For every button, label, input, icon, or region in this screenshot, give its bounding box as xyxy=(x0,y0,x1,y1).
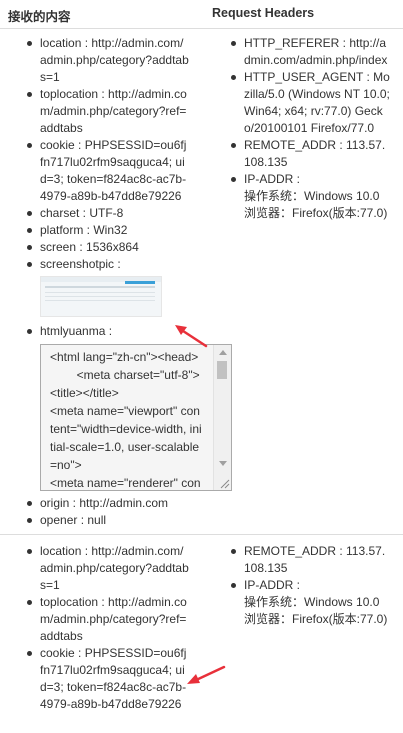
list-item-toplocation: toplocation : http://admin.com/admin.php… xyxy=(27,86,189,137)
table-header: 接收的内容 Request Headers xyxy=(0,0,403,29)
list-item-location: location : http://admin.com/admin.php/ca… xyxy=(27,543,189,594)
request-headers-list: HTTP_REFERER : http://admin.com/admin.ph… xyxy=(231,35,391,222)
list-item-http-referer: HTTP_REFERER : http://admin.com/admin.ph… xyxy=(231,35,391,69)
os-info: 操作系统：Windows 10.0 xyxy=(244,595,380,609)
browser-info: 浏览器：Firefox(版本:77.0) xyxy=(244,612,388,626)
os-info: 操作系统：Windows 10.0 xyxy=(244,189,380,203)
list-item-htmlyuanma: htmlyuanma : <html lang="zh-cn"><head> <… xyxy=(27,323,232,491)
list-item-cookie: cookie : PHPSESSID=ou6fjfn717lu02rfm9saq… xyxy=(27,137,189,205)
received-content-list: location : http://admin.com/admin.php/ca… xyxy=(27,35,232,529)
screenshot-thumbnail[interactable] xyxy=(40,276,162,317)
list-item-toplocation: toplocation : http://admin.com/admin.php… xyxy=(27,594,189,645)
screenshotpic-label: screenshotpic : xyxy=(40,257,121,271)
html-source-text: <html lang="zh-cn"><head> <meta charset=… xyxy=(50,350,202,490)
html-source-textarea[interactable]: <html lang="zh-cn"><head> <meta charset=… xyxy=(40,344,232,491)
resize-grip-icon[interactable] xyxy=(218,477,230,489)
list-item-charset: charset : UTF-8 xyxy=(27,205,189,222)
list-item-ip-addr: IP-ADDR : 操作系统：Windows 10.0 浏览器：Firefox(… xyxy=(231,577,391,628)
column-header-request-headers: Request Headers xyxy=(212,6,315,20)
list-item-screen: screen : 1536x864 xyxy=(27,239,189,256)
annotation-arrow-icon xyxy=(175,325,208,348)
table-row: location : http://admin.com/admin.php/ca… xyxy=(0,29,403,535)
list-item-opener: opener : null xyxy=(27,512,189,529)
list-item-cookie: cookie : PHPSESSID=ou6fjfn717lu02rfm9saq… xyxy=(27,645,189,713)
column-header-received-content: 接收的内容 xyxy=(8,10,71,24)
list-item-origin: origin : http://admin.com xyxy=(27,495,189,512)
list-item-ip-addr: IP-ADDR : 操作系统：Windows 10.0 浏览器：Firefox(… xyxy=(231,171,391,222)
ip-addr-label: IP-ADDR : xyxy=(244,172,301,186)
list-item-screenshotpic: screenshotpic : xyxy=(27,256,189,317)
scroll-down-icon[interactable] xyxy=(219,461,227,466)
scroll-up-icon[interactable] xyxy=(219,350,227,355)
htmlyuanma-label: htmlyuanma : xyxy=(40,324,113,338)
scrollbar-thumb[interactable] xyxy=(217,361,227,379)
browser-info: 浏览器：Firefox(版本:77.0) xyxy=(244,206,388,220)
annotation-arrow-icon xyxy=(187,665,226,684)
list-item-http-user-agent: HTTP_USER_AGENT : Mozilla/5.0 (Windows N… xyxy=(231,69,391,137)
received-content-list: location : http://admin.com/admin.php/ca… xyxy=(27,543,189,713)
list-item-platform: platform : Win32 xyxy=(27,222,189,239)
textarea-scrollbar[interactable] xyxy=(213,345,231,490)
request-headers-list: REMOTE_ADDR : 113.57.108.135 IP-ADDR : 操… xyxy=(231,543,391,628)
ip-addr-label: IP-ADDR : xyxy=(244,578,301,592)
table-row: location : http://admin.com/admin.php/ca… xyxy=(0,535,403,733)
list-item-remote-addr: REMOTE_ADDR : 113.57.108.135 xyxy=(231,137,391,171)
list-item-remote-addr: REMOTE_ADDR : 113.57.108.135 xyxy=(231,543,391,577)
list-item-location: location : http://admin.com/admin.php/ca… xyxy=(27,35,189,86)
